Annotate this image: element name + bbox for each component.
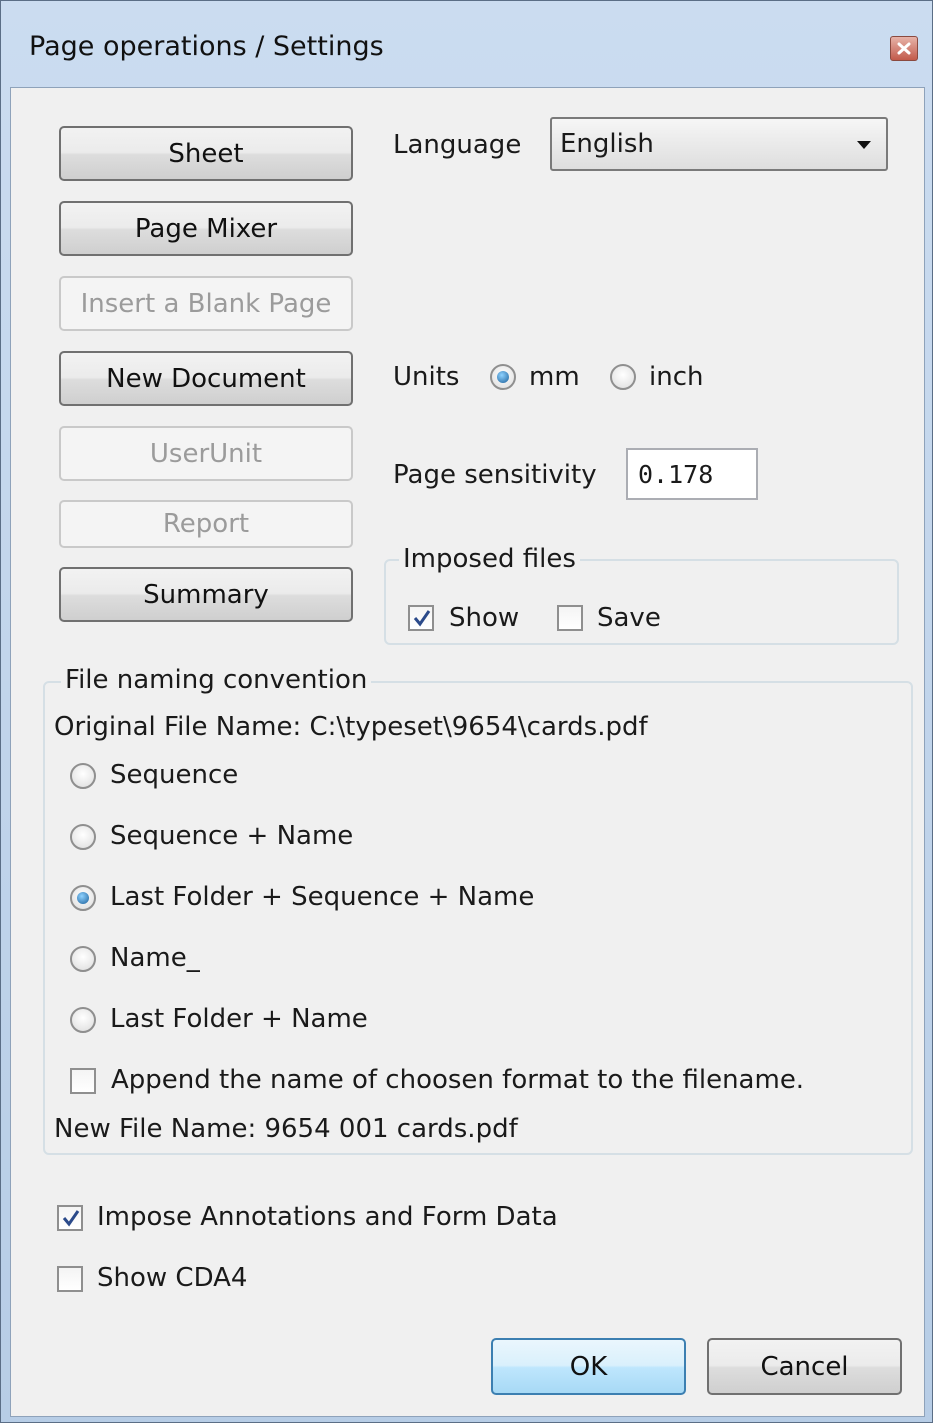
sheet-button[interactable]: Sheet xyxy=(59,126,353,181)
title-bar[interactable]: Page operations / Settings xyxy=(1,1,932,87)
show-cda4-label: Show CDA4 xyxy=(97,1263,248,1293)
settings-dialog: Page operations / Settings Sheet Page Mi… xyxy=(0,0,933,1423)
chevron-down-icon xyxy=(857,141,871,149)
summary-button[interactable]: Summary xyxy=(59,567,353,622)
units-mm-label: mm xyxy=(529,362,580,392)
report-button[interactable]: Report xyxy=(59,500,353,548)
units-label: Units xyxy=(393,362,460,392)
show-imposed-checkbox[interactable] xyxy=(408,605,434,631)
show-cda4-checkbox[interactable] xyxy=(57,1266,83,1292)
cancel-button[interactable]: Cancel xyxy=(707,1338,902,1395)
ok-button[interactable]: OK xyxy=(491,1338,686,1395)
page-mixer-button[interactable]: Page Mixer xyxy=(59,201,353,256)
checkmark-icon xyxy=(62,1210,80,1227)
new-file-name: New File Name: 9654 001 cards.pdf xyxy=(54,1114,518,1144)
checkmark-icon xyxy=(413,610,431,627)
naming-lastfolder-name-radio[interactable] xyxy=(70,1007,96,1033)
language-value: English xyxy=(560,129,654,159)
save-imposed-label: Save xyxy=(597,603,661,633)
impose-annotations-label: Impose Annotations and Form Data xyxy=(97,1202,558,1232)
page-sensitivity-input[interactable]: 0.178 xyxy=(626,448,758,500)
new-document-button[interactable]: New Document xyxy=(59,351,353,406)
userunit-button[interactable]: UserUnit xyxy=(59,426,353,481)
naming-lastfolder-sequence-name-label: Last Folder + Sequence + Name xyxy=(110,882,535,912)
show-imposed-label: Show xyxy=(449,603,520,633)
naming-lastfolder-name-label: Last Folder + Name xyxy=(110,1004,368,1034)
units-inch-label: inch xyxy=(649,362,704,392)
naming-sequence-name-radio[interactable] xyxy=(70,824,96,850)
append-format-checkbox[interactable] xyxy=(70,1068,96,1094)
save-imposed-checkbox[interactable] xyxy=(557,605,583,631)
append-format-label: Append the name of choosen format to the… xyxy=(111,1065,805,1095)
file-naming-title: File naming convention xyxy=(61,665,372,695)
units-inch-radio[interactable] xyxy=(610,364,636,390)
dialog-body: Sheet Page Mixer Insert a Blank Page New… xyxy=(10,87,925,1417)
naming-lastfolder-sequence-name-radio[interactable] xyxy=(70,885,96,911)
window-title: Page operations / Settings xyxy=(29,31,384,62)
impose-annotations-checkbox[interactable] xyxy=(57,1205,83,1231)
close-button[interactable] xyxy=(890,36,918,61)
language-label: Language xyxy=(393,130,522,160)
naming-name-label: Name_ xyxy=(110,943,200,973)
close-icon xyxy=(897,42,911,55)
naming-sequence-label: Sequence xyxy=(110,760,239,790)
insert-blank-page-button[interactable]: Insert a Blank Page xyxy=(59,276,353,331)
imposed-files-title: Imposed files xyxy=(399,544,580,574)
naming-name-radio[interactable] xyxy=(70,946,96,972)
units-mm-radio[interactable] xyxy=(490,364,516,390)
page-sensitivity-label: Page sensitivity xyxy=(393,460,597,490)
original-file-name: Original File Name: C:\typeset\9654\card… xyxy=(54,712,648,742)
language-select[interactable]: English xyxy=(550,117,888,171)
naming-sequence-name-label: Sequence + Name xyxy=(110,821,354,851)
naming-sequence-radio[interactable] xyxy=(70,763,96,789)
